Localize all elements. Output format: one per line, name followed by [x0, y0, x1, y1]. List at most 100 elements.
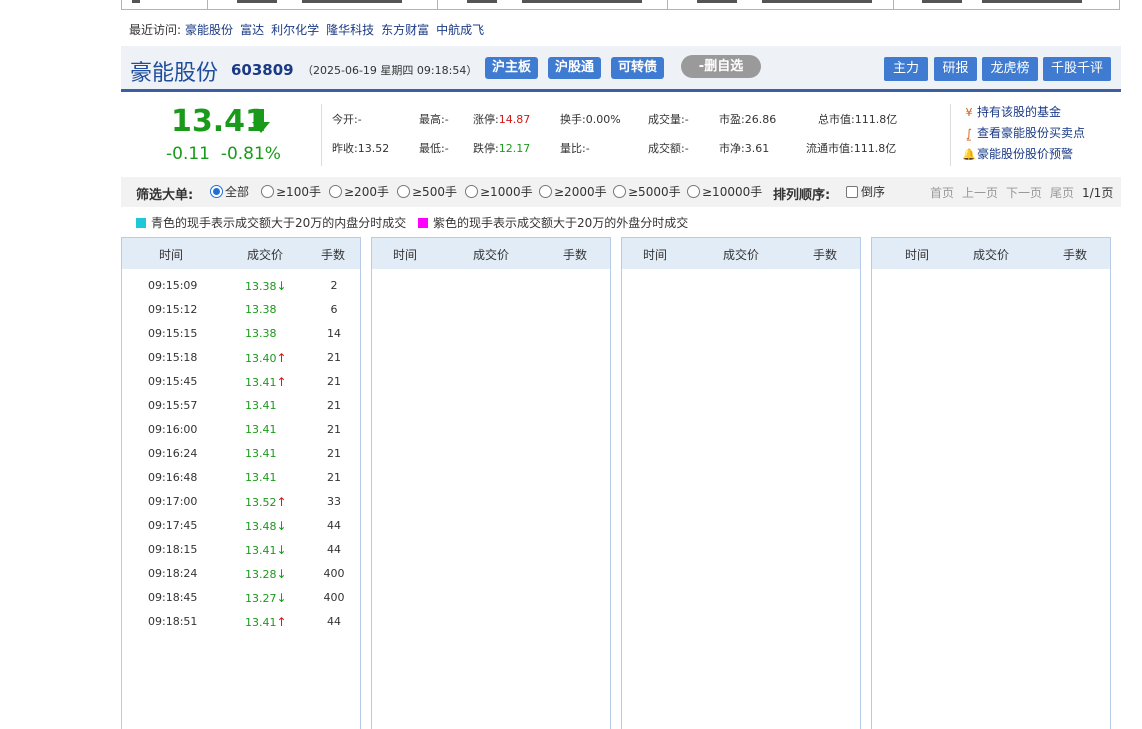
trade-time: 09:15:18: [148, 351, 198, 364]
pager-current: 1/1页: [1082, 186, 1114, 200]
trade-price: 13.40↑: [245, 351, 287, 365]
trade-volume: 44: [327, 615, 341, 628]
stock-name: 豪能股份: [130, 61, 219, 86]
open-field: 今开:-: [332, 113, 362, 126]
radio-button[interactable]: [210, 185, 223, 198]
trade-price: 13.41↓: [245, 543, 287, 557]
col-time: 时间: [643, 248, 668, 262]
tag-convertible-bond[interactable]: 可转债: [611, 57, 665, 79]
up-arrow-icon: ↑: [276, 615, 287, 629]
limit-down-value: 12.17: [498, 142, 531, 155]
recent-link[interactable]: 隆华科技: [326, 23, 374, 37]
radio-button[interactable]: [397, 185, 410, 198]
top-nav-strip: [121, 0, 1120, 10]
dragon-tiger-button[interactable]: 龙虎榜: [982, 57, 1038, 81]
recent-link[interactable]: 富达: [240, 23, 264, 37]
trade-volume: 21: [327, 375, 341, 388]
pager-next[interactable]: 下一页: [1006, 184, 1042, 201]
stock-code: 603809: [231, 61, 294, 79]
table-row: 09:18:24 13.28↓ 400: [122, 563, 360, 587]
trade-volume: 21: [327, 447, 341, 460]
recent-label: 最近访问:: [129, 23, 182, 37]
related-links: ¥ 持有该股的基金 ⨜ 查看豪能股份买卖点 🔔豪能股份股价预警: [961, 102, 1085, 165]
trade-time: 09:16:48: [148, 471, 198, 484]
fund-holdings-link[interactable]: ¥ 持有该股的基金: [961, 102, 1085, 123]
trade-volume: 2: [330, 279, 338, 292]
filter-option-10000[interactable]: ≥10000手: [687, 183, 762, 200]
trade-price: 13.38: [245, 303, 277, 316]
filter-label: 筛选大单:: [136, 188, 194, 203]
trade-points-link[interactable]: ⨜ 查看豪能股份买卖点: [961, 123, 1085, 144]
col-time: 时间: [905, 248, 930, 262]
table-row: 09:16:00 13.41 21: [122, 419, 360, 443]
table-row: 09:15:15 13.38 14: [122, 323, 360, 347]
filter-option-500[interactable]: ≥500手: [397, 183, 457, 200]
trade-volume: 400: [323, 591, 345, 604]
market-cap-field: 总市值:111.8亿: [818, 113, 898, 126]
price-alert-link[interactable]: 🔔豪能股份股价预警: [961, 144, 1085, 165]
col-time: 时间: [159, 248, 184, 262]
cyan-swatch: [136, 217, 146, 228]
recent-link[interactable]: 利尔化学: [271, 23, 319, 37]
table-row: 09:17:45 13.48↓ 44: [122, 515, 360, 539]
filter-option-1000[interactable]: ≥1000手: [465, 183, 533, 200]
radio-button[interactable]: [687, 185, 700, 198]
col-volume: 手数: [813, 248, 838, 262]
float-cap-field: 流通市值:111.8亿: [806, 142, 897, 155]
main-force-button[interactable]: 主力: [884, 57, 928, 81]
trade-volume: 33: [327, 495, 341, 508]
radio-button[interactable]: [465, 185, 478, 198]
pager-prev[interactable]: 上一页: [962, 184, 998, 201]
radio-button[interactable]: [329, 185, 342, 198]
research-report-button[interactable]: 研报: [934, 57, 977, 81]
trade-volume: 21: [327, 423, 341, 436]
filter-option-5000[interactable]: ≥5000手: [613, 183, 681, 200]
filter-option-all[interactable]: 全部: [210, 183, 249, 200]
trade-time: 09:18:51: [148, 615, 198, 628]
recent-link[interactable]: 豪能股份: [185, 23, 233, 37]
recent-visits: 最近访问: 豪能股份 富达 利尔化学 隆华科技 东方财富 中航成飞: [129, 21, 487, 38]
trade-price: 13.41: [245, 447, 277, 460]
recent-link[interactable]: 东方财富: [381, 23, 429, 37]
table-row: 09:18:45 13.27↓ 400: [122, 587, 360, 611]
volume-field: 成交量:-: [648, 113, 689, 126]
radio-button[interactable]: [539, 185, 552, 198]
trade-volume: 6: [330, 303, 338, 316]
reverse-order-checkbox[interactable]: 倒序: [846, 183, 885, 200]
limit-up-field: 涨停:14.87: [473, 111, 530, 127]
trade-volume: 21: [327, 351, 341, 364]
tag-sh-connect[interactable]: 沪股通: [548, 57, 602, 79]
stock-review-button[interactable]: 千股千评: [1043, 57, 1111, 81]
quote-panel: 13.41 -0.11 -0.81% 今开:- 最高:- 涨停:14.87 换手…: [121, 96, 1121, 174]
radio-button[interactable]: [613, 185, 626, 198]
down-arrow-icon: ↓: [276, 567, 287, 581]
filter-option-100[interactable]: ≥100手: [261, 183, 321, 200]
checkbox[interactable]: [846, 185, 858, 198]
radio-button[interactable]: [261, 185, 274, 198]
remove-watchlist-button[interactable]: -删自选: [681, 55, 761, 78]
magenta-swatch: [418, 217, 428, 228]
table-header: 时间 成交价 手数: [122, 238, 360, 269]
pager-first[interactable]: 首页: [930, 184, 954, 201]
stock-header: 豪能股份 603809 （2025-06-19 星期四 09:18:54） 沪主…: [121, 46, 1121, 92]
up-arrow-icon: ↑: [276, 495, 287, 509]
tag-sh-main-board[interactable]: 沪主板: [485, 57, 539, 79]
up-arrow-icon: ↑: [276, 351, 287, 365]
legend-cyan: 青色的现手表示成交额大于20万的内盘分时成交: [136, 214, 406, 231]
table-header: 时间 成交价 手数: [622, 238, 860, 269]
table-row: 09:15:18 13.40↑ 21: [122, 347, 360, 371]
table-header: 时间 成交价 手数: [372, 238, 610, 269]
recent-link[interactable]: 中航成飞: [436, 23, 484, 37]
down-arrow-icon: ↓: [276, 543, 287, 557]
pager-last[interactable]: 尾页: [1050, 184, 1074, 201]
col-price: 成交价: [723, 248, 760, 262]
high-field: 最高:-: [419, 113, 449, 126]
trade-price: 13.41: [245, 471, 277, 484]
trade-volume: 14: [327, 327, 341, 340]
limit-down-field: 跌停:12.17: [473, 140, 530, 156]
filter-option-2000[interactable]: ≥2000手: [539, 183, 607, 200]
limit-up-value: 14.87: [498, 113, 531, 126]
trade-price: 13.41↑: [245, 615, 287, 629]
prev-close-field: 昨收:13.52: [332, 142, 390, 155]
filter-option-200[interactable]: ≥200手: [329, 183, 389, 200]
